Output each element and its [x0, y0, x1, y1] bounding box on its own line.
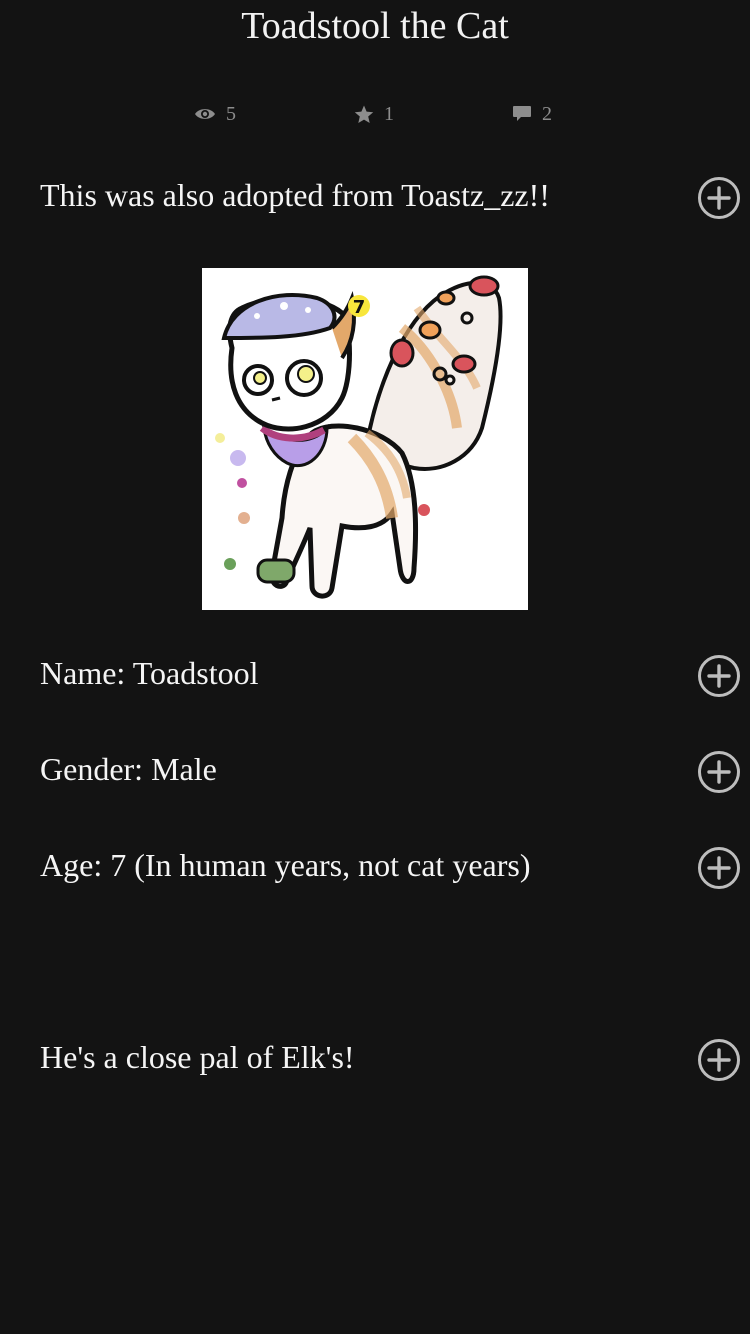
plus-circle-icon [697, 1038, 741, 1082]
add-comment-button[interactable] [697, 176, 741, 220]
add-comment-button[interactable] [697, 1038, 741, 1082]
plus-circle-icon [697, 176, 741, 220]
badge-number: 7 [353, 297, 366, 318]
add-comment-button[interactable] [697, 846, 741, 890]
star-icon [354, 105, 374, 124]
eye-icon [194, 106, 216, 122]
plus-circle-icon [697, 750, 741, 794]
paragraph-friend: He's a close pal of Elk's! [40, 1039, 355, 1075]
comment-icon [512, 105, 532, 123]
stars-stat[interactable]: 1 [354, 100, 394, 128]
paragraph-age: Age: 7 (In human years, not cat years) [40, 847, 531, 883]
plus-circle-icon [697, 654, 741, 698]
add-comment-button[interactable] [697, 654, 741, 698]
stats-bar: 5 1 2 [0, 100, 750, 130]
views-count: 5 [226, 103, 236, 125]
paragraph-name: Name: Toadstool [40, 655, 259, 691]
views-stat: 5 [194, 100, 236, 128]
comments-count: 2 [542, 103, 552, 125]
paragraph-adopted: This was also adopted from Toastz_zz!! [40, 177, 550, 213]
page-title: Toadstool the Cat [241, 5, 509, 47]
add-comment-button[interactable] [697, 750, 741, 794]
stars-count: 1 [384, 103, 394, 125]
paragraph-gender: Gender: Male [40, 751, 217, 787]
character-artwork: 7 [202, 268, 528, 610]
plus-circle-icon [697, 846, 741, 890]
comments-stat[interactable]: 2 [512, 100, 552, 128]
